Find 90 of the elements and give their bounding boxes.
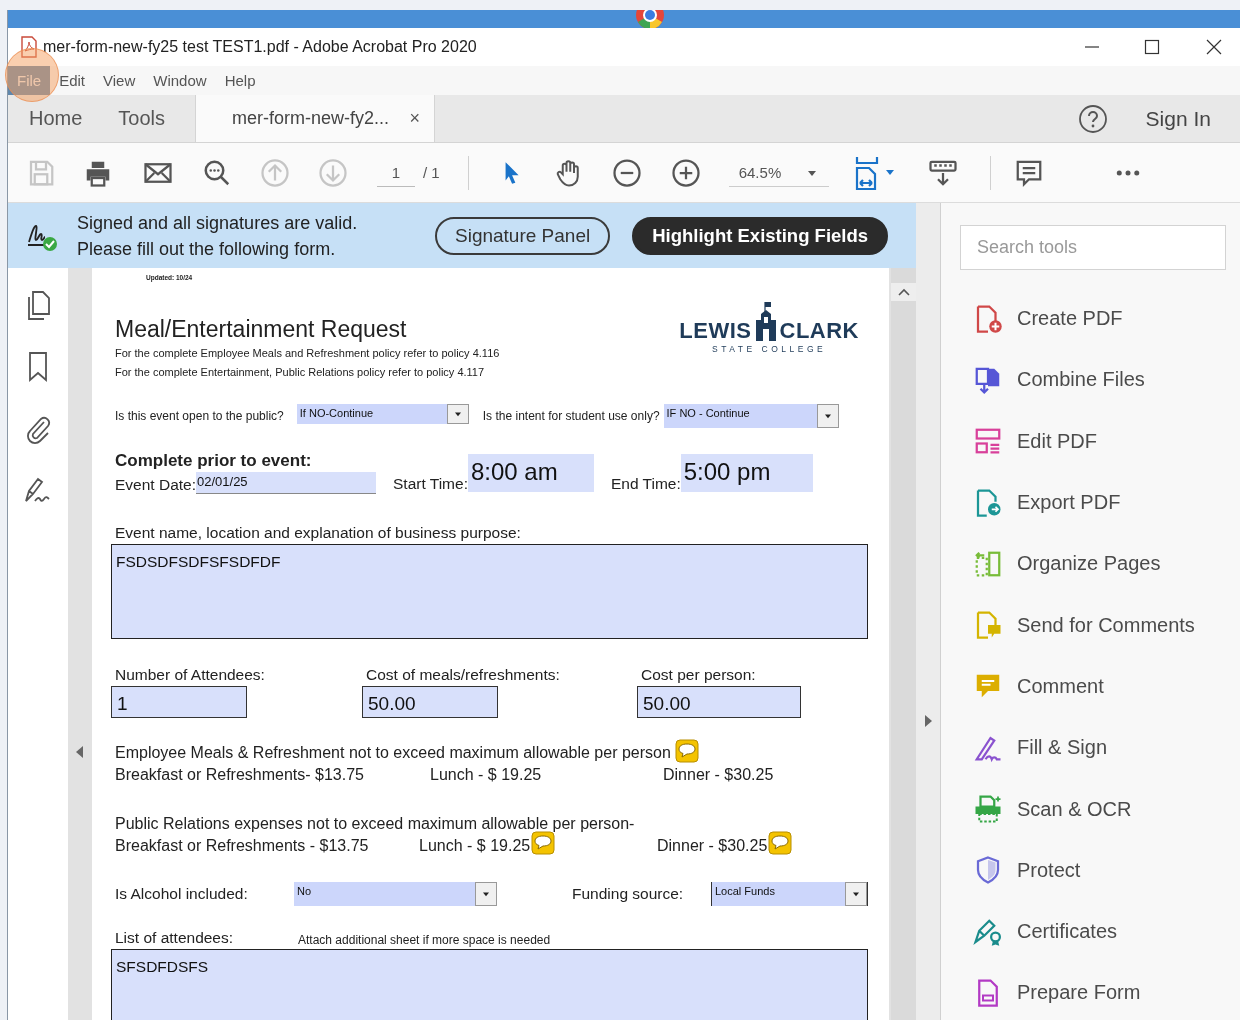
status-message: Signed and all signatures are valid. [77, 211, 359, 235]
caret-icon [482, 891, 490, 897]
tool-item[interactable]: Send for Comments [960, 594, 1240, 656]
tool-item[interactable]: Edit PDF [960, 410, 1240, 472]
dropdown[interactable]: If NO-Continue [296, 404, 469, 424]
menu-item[interactable]: Help [215, 66, 265, 95]
comment-note-icon [531, 831, 556, 855]
tool-item[interactable]: Certificates [960, 900, 1240, 963]
logo-text: LEWIS [679, 319, 752, 343]
pdf-file-icon [21, 36, 37, 58]
collapse-left-icon[interactable] [76, 746, 84, 758]
limit-amount: Lunch - $ 19.25 [419, 836, 531, 856]
tool-item[interactable]: Export PDF [960, 471, 1240, 534]
limit-heading: Employee Meals & Refreshment not to exceed maximum allowable per person [115, 743, 671, 763]
tool-item[interactable]: Prepare Form [960, 962, 1240, 1020]
text-field[interactable]: 1 [111, 686, 247, 718]
menu-item[interactable]: View [94, 66, 145, 95]
field-label: End Time: [610, 475, 681, 493]
policy-note: For the complete Entertainment, Public Relations policy refer to policy 4.117 [115, 365, 486, 380]
text-field[interactable]: 02/01/25 [196, 472, 376, 494]
field-label: Funding source: [572, 885, 685, 903]
caret-icon [823, 413, 832, 419]
field-label: List of attendees: [115, 929, 235, 947]
maximize-icon[interactable] [1144, 39, 1160, 55]
scroll-up-icon[interactable] [897, 288, 910, 296]
text-area[interactable]: FSDSDFSDFSFSDFDF [111, 544, 868, 639]
field-label: Is Alcohol included: [115, 885, 249, 903]
field-label: Event Date: [115, 476, 196, 494]
limit-amount: Dinner - $30.25 [657, 836, 768, 856]
caret-icon [453, 411, 462, 417]
menu-item[interactable]: Edit [50, 66, 95, 95]
field-hint: Attach additional sheet if more space is needed [298, 933, 551, 947]
field-label: Start Time: [393, 475, 468, 493]
text-field[interactable]: 5:00 pm [680, 454, 813, 492]
field-label: Number of Attendees: [114, 666, 266, 684]
scan-tool-icon [973, 794, 1003, 824]
tool-item[interactable]: Fill & Sign [960, 717, 1240, 779]
limit-amount: Lunch - $ 19.25 [430, 765, 542, 785]
comment-note-icon [768, 831, 793, 855]
text-area[interactable]: SFSDFDSFS [111, 949, 868, 1020]
caret-icon [852, 891, 860, 897]
field-label: Cost per person: [640, 666, 757, 684]
text-field[interactable]: 50.00 [637, 686, 801, 718]
question-label: Is the intent for student use only? [482, 409, 660, 423]
page-count: / 1 [423, 164, 440, 181]
field-label: Cost of meals/refreshments: [365, 666, 561, 684]
dropdown[interactable]: IF NO - Continue [663, 404, 839, 428]
tool-item[interactable]: Protect [960, 839, 1240, 901]
tool-item[interactable]: Combine Files [960, 349, 1240, 411]
zoom-out-icon[interactable] [611, 157, 642, 188]
caret-icon [806, 168, 817, 177]
limit-amount: Breakfast or Refreshments - $13.75 [115, 836, 369, 856]
tool-item[interactable]: Organize Pages [960, 533, 1240, 595]
certificates-tool-icon [973, 916, 1003, 947]
sign-in-link[interactable]: Sign In [1145, 106, 1211, 131]
comment-note-icon [674, 739, 699, 763]
search-field[interactable]: Search tools [960, 225, 1226, 270]
tool-item[interactable]: Create PDF [960, 288, 1240, 350]
field-label: Event name, location and explanation of business purpose: [115, 524, 522, 542]
question-label: Is this event open to the public? [115, 409, 284, 423]
tab[interactable]: mer-form-new-fy2... × [195, 95, 436, 142]
tool-item[interactable]: Comment [960, 655, 1240, 718]
status-message: Please fill out the following form. [77, 237, 337, 261]
form-title: Meal/Entertainment Request [115, 315, 408, 344]
window-title: mer-form-new-fy25 test TEST1.pdf - Adobe Acrobat Pro 2020 [43, 38, 477, 56]
section-heading: Complete prior to event: [115, 450, 313, 472]
highlight-fields-button[interactable]: Highlight Existing Fields [632, 216, 889, 255]
logo-text: CLARK [779, 319, 859, 343]
bookmark-icon[interactable] [26, 351, 50, 383]
limit-amount: Dinner - $30.25 [663, 765, 774, 785]
text-field[interactable]: 50.00 [362, 686, 498, 718]
help-icon[interactable] [1077, 103, 1108, 134]
menu-item[interactable]: Window [144, 66, 216, 95]
zoom-in-icon[interactable] [670, 157, 701, 188]
tab[interactable]: Home [25, 95, 87, 142]
policy-note: For the complete Employee Meals and Refreshment policy refer to policy 4.116 [115, 346, 500, 361]
close-icon[interactable] [1206, 39, 1222, 55]
signature-panel-button[interactable]: Signature Panel [435, 216, 611, 255]
dropdown[interactable]: No [294, 882, 497, 906]
tab[interactable]: Tools [114, 95, 170, 142]
limit-heading: Public Relations expenses not to exceed maximum allowable per person- [115, 814, 635, 834]
tool-item[interactable]: Scan & OCR [960, 778, 1240, 840]
close-tab-icon[interactable]: × [409, 108, 421, 129]
limit-amount: Breakfast or Refreshments- $13.75 [115, 765, 364, 785]
dropdown[interactable]: Local Funds [711, 882, 868, 906]
page-number-field[interactable]: 1 [377, 158, 415, 187]
text-field[interactable]: 8:00 am [467, 454, 594, 492]
expand-right-icon[interactable] [924, 715, 932, 727]
zoom-dropdown[interactable]: 64.5% [728, 158, 829, 187]
logo-subtitle: STATE COLLEGE [712, 344, 827, 354]
